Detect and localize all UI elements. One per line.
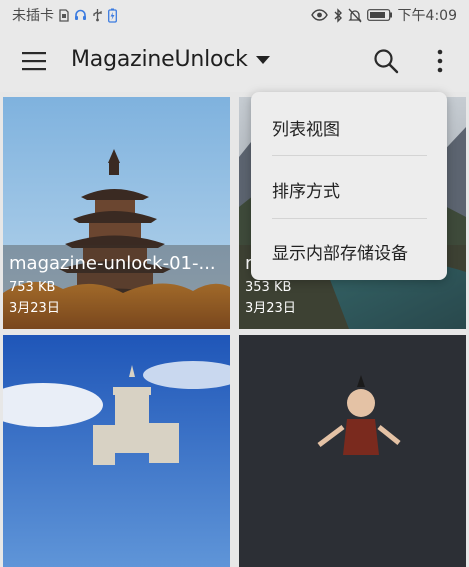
mute-bell-icon xyxy=(347,8,362,23)
sim-card-icon xyxy=(59,8,69,22)
dancer-thumbnail xyxy=(239,335,466,567)
triangle-down-icon xyxy=(255,50,270,69)
headset-icon xyxy=(74,9,87,22)
more-vertical-icon[interactable] xyxy=(430,47,450,75)
image-name: magazine-unlock-01-... xyxy=(9,253,216,274)
status-right: 下午4:09 xyxy=(310,5,457,25)
image-caption: magazine-unlock-01-... 753 KB 3月23日 xyxy=(3,245,230,329)
image-card[interactable] xyxy=(3,335,230,567)
page-title: MagazineUnlock xyxy=(71,47,248,72)
search-icon[interactable] xyxy=(372,47,400,75)
status-bar: 未插卡 下午4:09 xyxy=(0,0,469,30)
menu-divider xyxy=(272,218,427,219)
menu-item-show-internal-storage[interactable]: 显示内部存储设备 xyxy=(251,220,447,282)
image-date: 3月23日 xyxy=(245,301,296,316)
hamburger-menu-icon[interactable] xyxy=(22,50,48,72)
battery-charging-icon xyxy=(108,8,117,23)
carrier-text: 未插卡 xyxy=(12,8,54,24)
battery-icon xyxy=(366,9,393,21)
eye-icon xyxy=(310,9,328,21)
castle-thumbnail xyxy=(3,335,230,567)
folder-title-dropdown[interactable]: MagazineUnlock xyxy=(71,47,270,72)
image-card[interactable] xyxy=(239,335,466,567)
menu-item-sort-by[interactable]: 排序方式 xyxy=(251,158,447,220)
usb-icon xyxy=(92,8,103,22)
status-left: 未插卡 xyxy=(12,5,117,25)
clock-text: 下午4:09 xyxy=(397,8,457,24)
menu-item-list-view[interactable]: 列表视图 xyxy=(251,96,447,158)
app-bar: MagazineUnlock xyxy=(0,30,469,92)
overflow-popup-menu: 列表视图 排序方式 显示内部存储设备 xyxy=(251,92,447,280)
image-card[interactable]: magazine-unlock-01-... 753 KB 3月23日 xyxy=(3,97,230,329)
menu-divider xyxy=(272,155,427,156)
image-date: 3月23日 xyxy=(9,301,60,316)
bluetooth-icon xyxy=(333,7,343,23)
image-size: 753 KB xyxy=(9,280,56,295)
